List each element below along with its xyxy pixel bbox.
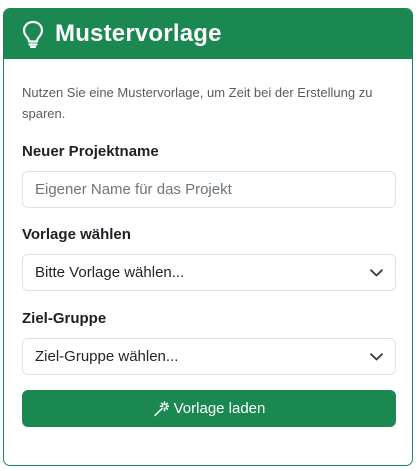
card-header: Mustervorlage: [4, 9, 412, 59]
chevron-down-icon: [369, 266, 383, 280]
project-name-label: Neuer Projektname: [22, 143, 159, 160]
template-select[interactable]: Bitte Vorlage wählen...: [22, 254, 396, 291]
template-select-value: Bitte Vorlage wählen...: [35, 264, 185, 281]
project-name-input[interactable]: [22, 171, 396, 208]
template-card: Mustervorlage Nutzen Sie eine Mustervorl…: [3, 8, 413, 466]
template-select-label: Vorlage wählen: [22, 226, 131, 243]
chevron-down-icon: [369, 350, 383, 364]
page-title: Mustervorlage: [55, 20, 222, 47]
magic-wand-icon: [153, 400, 170, 417]
target-group-label: Ziel-Gruppe: [22, 310, 107, 327]
description-text: Nutzen Sie eine Mustervorlage, um Zeit b…: [22, 85, 373, 121]
lightbulb-icon: [20, 19, 46, 49]
target-group-select-value: Ziel-Gruppe wählen...: [35, 348, 179, 365]
load-template-button-label: Vorlage laden: [173, 400, 266, 417]
card-body: Nutzen Sie eine Mustervorlage, um Zeit b…: [4, 59, 412, 427]
target-group-select[interactable]: Ziel-Gruppe wählen...: [22, 338, 396, 375]
load-template-button[interactable]: Vorlage laden: [22, 390, 396, 427]
